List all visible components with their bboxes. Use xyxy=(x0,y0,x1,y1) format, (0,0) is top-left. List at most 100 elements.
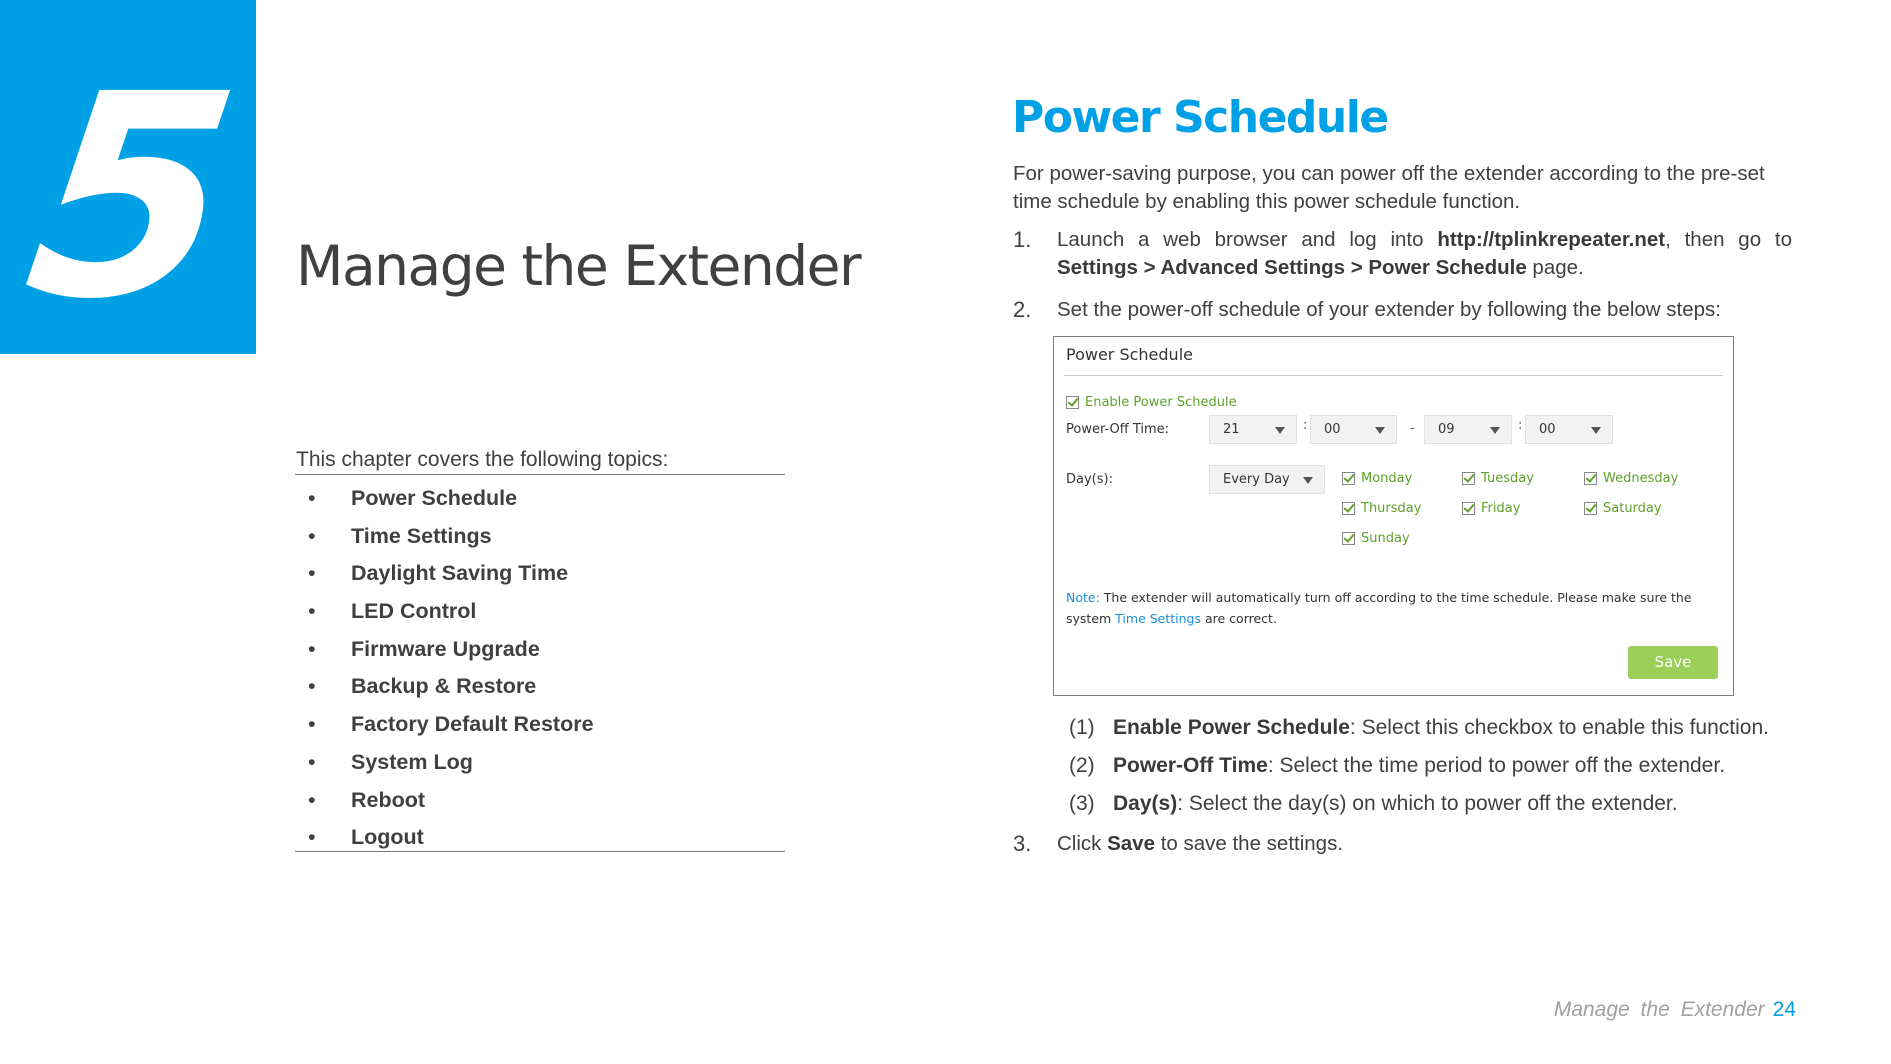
checkbox-checked-icon xyxy=(1462,472,1475,485)
select-value: 21 xyxy=(1223,422,1240,437)
day-checkbox-saturday[interactable]: Saturday xyxy=(1584,501,1662,516)
chapter-title: Manage the Extender xyxy=(296,234,862,298)
topics-top-divider xyxy=(295,474,785,475)
step-2: 2. Set the power-off schedule of your ex… xyxy=(1013,296,1792,324)
url-link[interactable]: http://tplinkrepeater.net xyxy=(1437,228,1665,251)
bullet: • xyxy=(308,712,316,737)
topic-item[interactable]: • LED Control xyxy=(296,593,594,631)
checkbox-label: Wednesday xyxy=(1603,471,1679,486)
power-off-time-label: Power-Off Time: xyxy=(1066,422,1170,437)
topic-item[interactable]: • Time Settings xyxy=(296,518,594,556)
topic-label: Logout xyxy=(351,825,424,850)
step-text-part: , then go to xyxy=(1665,228,1792,251)
time-colon: : xyxy=(1518,418,1523,433)
checkbox-checked-icon xyxy=(1342,532,1355,545)
bullet: • xyxy=(308,787,316,812)
topic-item[interactable]: • Factory Default Restore xyxy=(296,706,594,744)
time-colon: : xyxy=(1303,418,1308,433)
panel-title: Power Schedule xyxy=(1066,345,1193,364)
dropdown-arrow-icon xyxy=(1591,427,1601,434)
step-number: 3. xyxy=(1013,831,1032,856)
start-minute-select[interactable]: 00 xyxy=(1310,415,1397,444)
power-schedule-panel: Power Schedule Enable Power Schedule Pow… xyxy=(1053,336,1734,696)
dropdown-arrow-icon xyxy=(1303,477,1313,484)
select-value: 09 xyxy=(1438,422,1455,437)
page-footer: Manage the Extender 24 xyxy=(1554,998,1796,1022)
save-term: Save xyxy=(1107,832,1155,855)
note-label: Note: xyxy=(1066,590,1100,605)
step-text: Click Save to save the settings. xyxy=(1057,830,1792,858)
topic-item[interactable]: • Firmware Upgrade xyxy=(296,631,594,669)
checkbox-checked-icon xyxy=(1584,502,1597,515)
step-text: Set the power-off schedule of your exten… xyxy=(1057,296,1792,324)
sub-step-term: Day(s) xyxy=(1113,792,1178,815)
select-value: 00 xyxy=(1539,422,1556,437)
dropdown-arrow-icon xyxy=(1375,427,1385,434)
section-intro: For power-saving purpose, you can power … xyxy=(1013,162,1765,213)
topic-item[interactable]: • Reboot xyxy=(296,782,594,820)
topic-item[interactable]: • System Log xyxy=(296,744,594,782)
sub-step-index: (2) xyxy=(1069,754,1095,777)
end-hour-select[interactable]: 09 xyxy=(1424,415,1512,444)
day-checkbox-tuesday[interactable]: Tuesday xyxy=(1462,471,1534,486)
step-number: 1. xyxy=(1013,227,1032,252)
select-value: Every Day xyxy=(1223,472,1290,487)
topic-label: System Log xyxy=(351,749,473,774)
checkbox-label: Sunday xyxy=(1361,531,1410,546)
checkbox-label: Saturday xyxy=(1603,501,1662,516)
step-text-part: page. xyxy=(1526,256,1584,279)
step-text-part: to save the settings. xyxy=(1155,832,1344,855)
start-hour-select[interactable]: 21 xyxy=(1209,415,1297,444)
checkbox-label: Friday xyxy=(1481,501,1521,516)
step-text-part: Set the power-off schedule of your exten… xyxy=(1057,298,1721,321)
day-checkbox-monday[interactable]: Monday xyxy=(1342,471,1412,486)
topic-item[interactable]: • Daylight Saving Time xyxy=(296,555,594,593)
page-number: 24 xyxy=(1772,998,1796,1021)
enable-power-schedule-checkbox[interactable]: Enable Power Schedule xyxy=(1066,395,1237,410)
section-title: Power Schedule xyxy=(1012,92,1389,143)
topic-label: Factory Default Restore xyxy=(351,712,594,737)
step-3: 3. Click Save to save the settings. xyxy=(1013,830,1792,858)
checkbox-checked-icon xyxy=(1584,472,1597,485)
topic-label: Firmware Upgrade xyxy=(351,636,540,661)
chapter-number: 5 xyxy=(11,35,243,361)
bullet: • xyxy=(308,749,316,774)
save-button[interactable]: Save xyxy=(1628,646,1718,679)
bullet: • xyxy=(308,486,316,510)
bullet: • xyxy=(308,561,316,586)
step-text: Launch a web browser and log into http:/… xyxy=(1057,226,1792,282)
checkbox-label: Enable Power Schedule xyxy=(1085,395,1237,410)
select-value: 00 xyxy=(1324,422,1341,437)
bullet: • xyxy=(308,599,316,624)
bullet: • xyxy=(308,523,316,548)
bullet: • xyxy=(308,674,316,699)
bullet: • xyxy=(308,636,316,661)
topic-label: Daylight Saving Time xyxy=(351,561,569,586)
topic-item[interactable]: • Power Schedule xyxy=(296,480,594,518)
time-settings-link[interactable]: Time Settings xyxy=(1115,611,1201,626)
sub-step-3: (3) Day(s): Select the day(s) on which to… xyxy=(1069,790,1678,818)
dropdown-arrow-icon xyxy=(1490,427,1500,434)
day-checkbox-friday[interactable]: Friday xyxy=(1462,501,1520,516)
time-range-dash: - xyxy=(1410,421,1415,436)
day-checkbox-sunday[interactable]: Sunday xyxy=(1342,531,1410,546)
checkbox-checked-icon xyxy=(1066,396,1079,409)
step-text-part: Launch a web browser and log into xyxy=(1057,228,1438,251)
dropdown-arrow-icon xyxy=(1275,427,1285,434)
days-mode-select[interactable]: Every Day xyxy=(1209,465,1325,494)
end-minute-select[interactable]: 00 xyxy=(1525,415,1613,444)
checkbox-label: Tuesday xyxy=(1481,471,1534,486)
step-number: 2. xyxy=(1013,297,1032,322)
note-body: are correct. xyxy=(1201,611,1277,626)
topic-label: Reboot xyxy=(351,787,426,812)
sub-step-index: (1) xyxy=(1069,716,1095,739)
topics-list: • Power Schedule • Time Settings • Daylight… xyxy=(296,480,594,857)
sub-step-desc: : Select the day(s) on which to power of… xyxy=(1177,792,1678,815)
checkbox-label: Thursday xyxy=(1361,501,1422,516)
topic-label: LED Control xyxy=(351,599,477,624)
footer-chapter-title: Manage the Extender xyxy=(1553,998,1765,1021)
day-checkbox-thursday[interactable]: Thursday xyxy=(1342,501,1421,516)
day-checkbox-wednesday[interactable]: Wednesday xyxy=(1584,471,1678,486)
sub-step-term: Enable Power Schedule xyxy=(1113,716,1350,739)
topic-item[interactable]: • Backup & Restore xyxy=(296,668,594,706)
